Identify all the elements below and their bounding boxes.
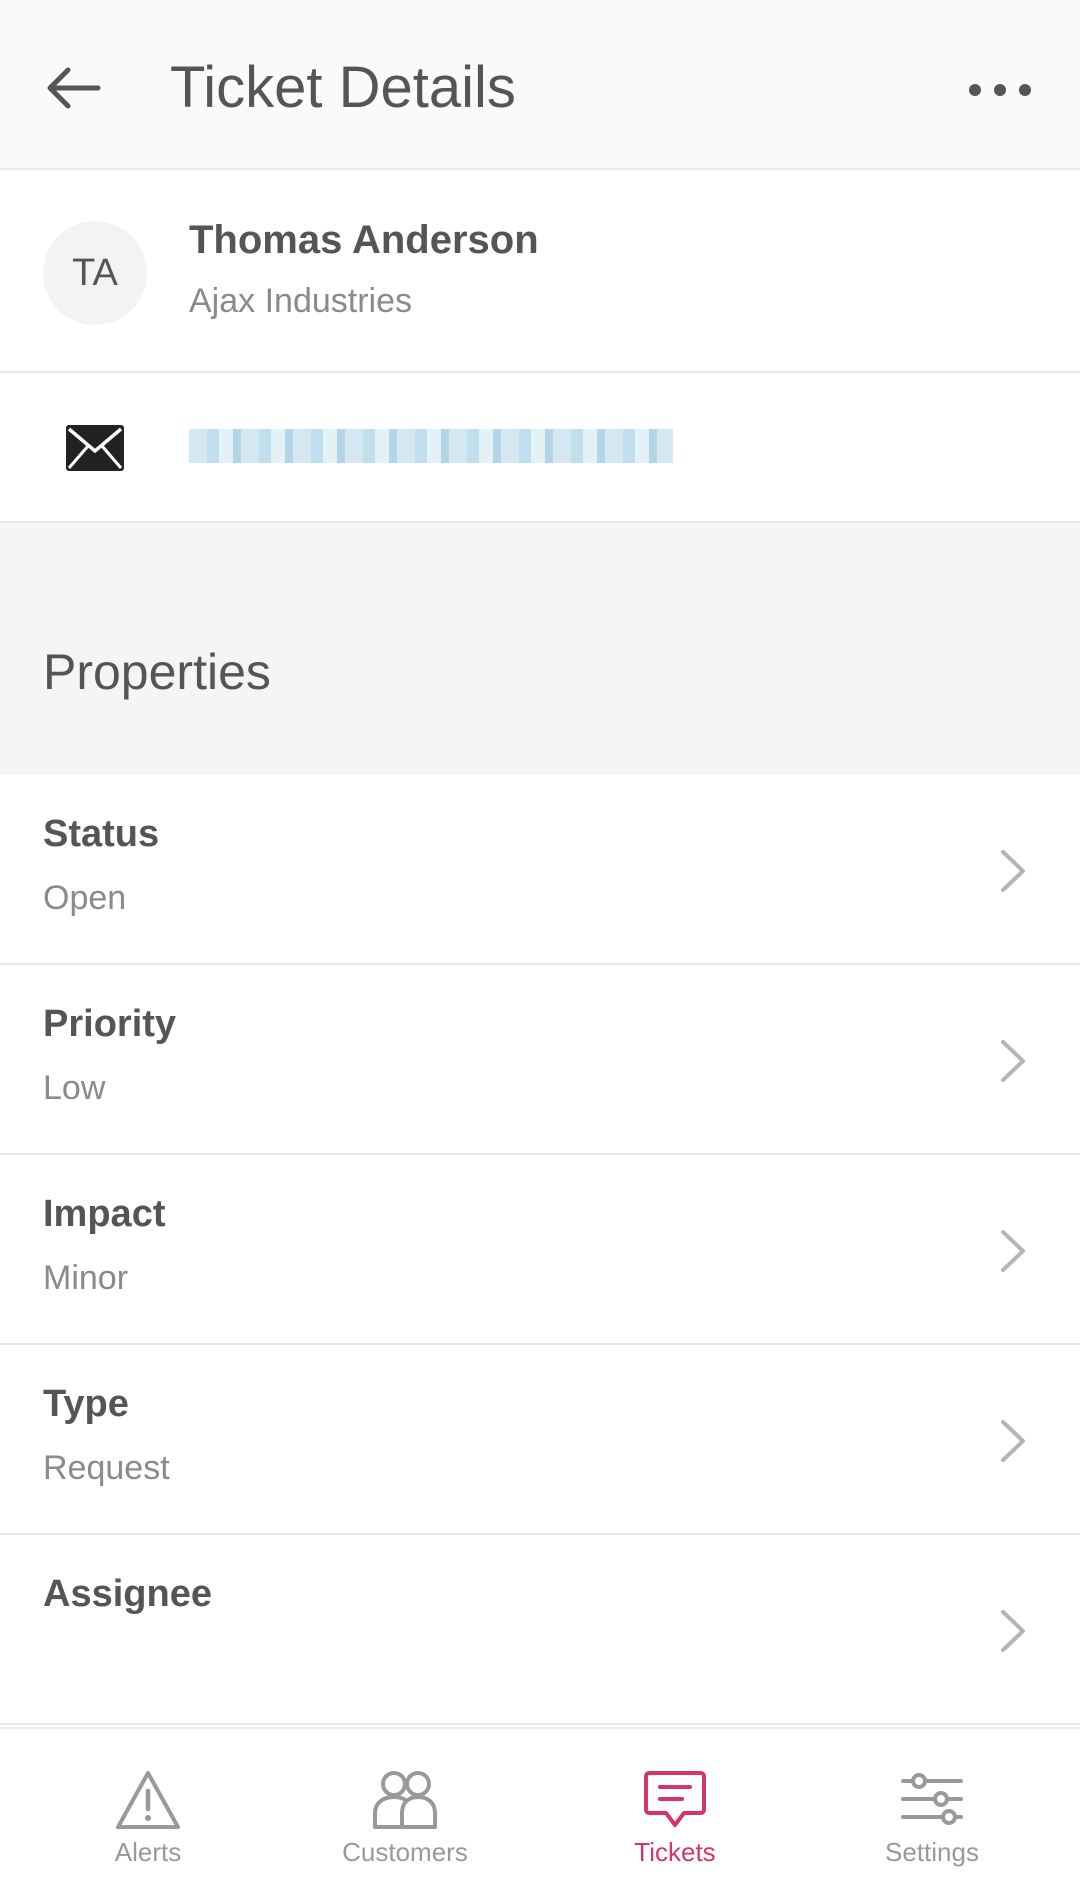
nav-label: Customers [342,1837,468,1867]
chevron-right-icon [1001,1610,1025,1652]
alert-triangle-icon [116,1771,180,1829]
property-value: Open [43,879,127,917]
property-label: Status [43,813,160,855]
more-horizontal-icon [969,84,1031,96]
nav-label: Alerts [114,1837,182,1867]
property-label: Impact [43,1193,166,1235]
chevron-right-icon [1001,1420,1025,1462]
customer-name: Thomas Anderson [189,218,539,262]
ticket-details-screen: Ticket Details TA Thomas Anderson Ajax I… [0,0,1080,1889]
property-label: Assignee [43,1573,212,1615]
section-title: Properties [43,644,271,700]
nav-customers[interactable]: Customers [305,1729,505,1889]
property-value: Request [43,1449,170,1487]
nav-alerts[interactable]: Alerts [48,1729,248,1889]
property-row-impact[interactable]: Impact Minor [0,1155,1080,1345]
property-row-priority[interactable]: Priority Low [0,965,1080,1155]
chevron-right-icon [1001,850,1025,892]
page-title: Ticket Details [170,55,516,120]
property-label: Type [43,1383,129,1425]
more-options-button[interactable] [950,50,1050,130]
message-square-icon [644,1771,706,1827]
nav-settings[interactable]: Settings [832,1729,1032,1889]
property-row-status[interactable]: Status Open [0,775,1080,965]
back-button[interactable] [30,45,115,130]
customer-company: Ajax Industries [189,282,412,320]
customer-card[interactable]: TA Thomas Anderson Ajax Industries [0,170,1080,373]
property-value: Low [43,1069,106,1107]
chevron-right-icon [1001,1040,1025,1082]
property-row-assignee[interactable]: Assignee [0,1535,1080,1725]
app-header: Ticket Details [0,0,1080,170]
properties-section-header: Properties [0,523,1080,775]
arrow-left-icon [47,67,100,108]
avatar: TA [43,221,147,325]
property-label: Priority [43,1003,177,1045]
email-row[interactable] [0,373,1080,523]
nav-label: Tickets [634,1837,716,1867]
property-value: Minor [43,1259,129,1297]
sliders-icon [901,1773,963,1825]
mail-icon [66,425,124,471]
bottom-navigation: Alerts Customers Tickets Settings [0,1727,1080,1889]
nav-label: Settings [885,1837,979,1867]
users-icon [373,1771,437,1829]
chevron-right-icon [1001,1230,1025,1272]
email-address-redacted[interactable] [189,429,673,463]
nav-tickets[interactable]: Tickets [575,1729,775,1889]
property-row-type[interactable]: Type Request [0,1345,1080,1535]
